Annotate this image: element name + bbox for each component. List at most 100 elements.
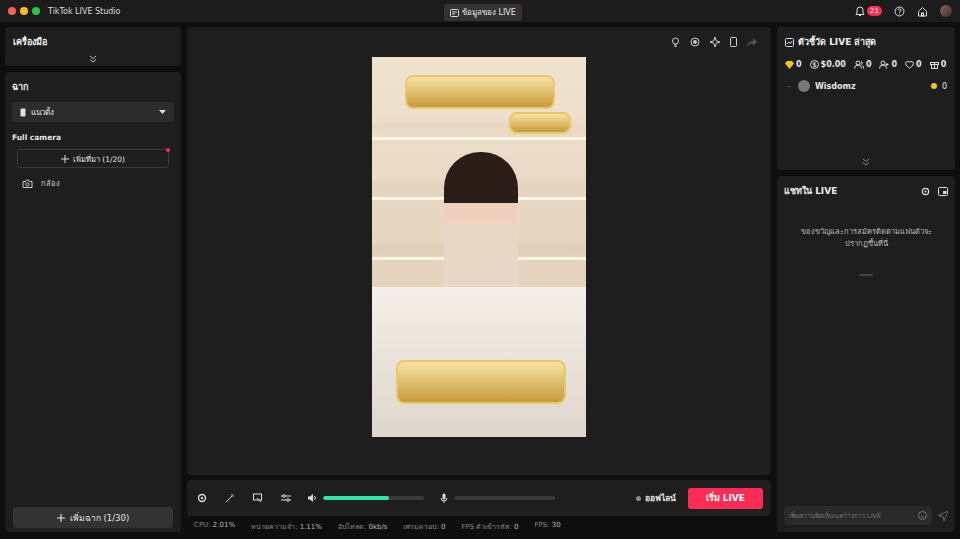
metric-stat: 0	[854, 60, 872, 69]
plus-icon	[57, 514, 65, 522]
metric-stat: 0	[879, 60, 897, 69]
comment-placeholder: เพิ่มความคิดเห็นระหว่างการ LIVE	[789, 511, 914, 521]
chat-card: แชทใน LIVE ของขวัญและการสมัครติดตามแฟนตั…	[777, 176, 955, 532]
top-actions: 21	[855, 5, 952, 17]
card-icon	[450, 9, 459, 17]
viewer-avatar	[798, 80, 810, 92]
volume-slider[interactable]	[323, 496, 424, 500]
bulb-icon[interactable]	[671, 37, 680, 47]
plus-icon	[61, 155, 69, 163]
mic-slider[interactable]	[454, 496, 555, 500]
phone-icon[interactable]	[730, 37, 737, 47]
status-item: อัปโหลด: 0kb/s	[338, 521, 388, 532]
coin-icon	[931, 83, 937, 89]
expand-icon[interactable]	[89, 55, 97, 63]
overlay-timer	[509, 112, 571, 134]
home-icon[interactable]	[917, 6, 928, 17]
notifications-button[interactable]: 21	[855, 6, 882, 17]
left-panel: เครื่องมือ ฉาก แนวตั้ง Full camera เพิ่ม…	[5, 27, 181, 532]
send-icon[interactable]	[938, 511, 948, 521]
gift-icon	[930, 60, 939, 69]
status-item: FPS: 30	[535, 521, 561, 532]
speaker-icon[interactable]	[307, 493, 317, 503]
status-label: ออฟไลน์	[645, 491, 676, 505]
resize-handle[interactable]	[859, 274, 873, 276]
status-bar: CPU: 2.01% หน่วยความจำ: 1.11% อัปโหลด: 0kb…	[187, 521, 771, 532]
preview-area	[187, 27, 771, 475]
shelf	[372, 137, 586, 140]
metric-stat: 0	[930, 60, 947, 69]
share-icon[interactable]	[747, 38, 757, 47]
metrics-title: ตัวชี้วัด LIVE ล่าสุด	[785, 35, 947, 49]
phone-icon	[20, 108, 26, 117]
start-live-button[interactable]: เริ่ม LIVE	[688, 488, 763, 509]
live-info-label: ข้อมูลของ LIVE	[462, 6, 516, 19]
close-button[interactable]	[8, 7, 16, 15]
diamond-icon	[785, 61, 794, 69]
popout-icon[interactable]	[938, 187, 948, 196]
help-icon[interactable]	[894, 6, 905, 17]
metrics-stats: 0 $0.00 0 0 0 0	[785, 60, 947, 69]
heart-icon	[905, 61, 914, 69]
window-controls	[8, 7, 40, 15]
caret-icon	[159, 110, 166, 114]
window-title: TikTok LIVE Studio	[48, 7, 120, 16]
scenes-title: ฉาก	[12, 80, 174, 94]
live-info-button[interactable]: ข้อมูลของ LIVE	[444, 4, 522, 21]
magic-wand-icon[interactable]	[225, 493, 235, 503]
settings-icon[interactable]	[921, 187, 930, 196]
source-name: กล้อง	[41, 177, 60, 189]
add-scene-label: เพิ่มฉาก (1/30)	[70, 511, 129, 525]
alert-dot	[166, 148, 170, 152]
scene-name: Full camera	[12, 133, 174, 142]
viewers-icon	[854, 60, 864, 69]
expand-icon[interactable]	[862, 158, 870, 166]
record-icon[interactable]	[690, 37, 700, 47]
screen-share-icon[interactable]	[253, 493, 263, 503]
camera-icon	[22, 179, 33, 188]
adjust-icon[interactable]	[281, 493, 291, 503]
status-item: เฟรมดรอป: 0	[403, 521, 445, 532]
settings-icon[interactable]	[197, 493, 207, 503]
chat-input-row: เพิ่มความคิดเห็นระหว่างการ LIVE	[784, 506, 948, 525]
microphone-icon[interactable]	[440, 493, 448, 503]
chat-empty-message: ของขวัญและการสมัครติดตามแฟนตัวจะปรากฏขึ้…	[798, 226, 934, 250]
zoom-button[interactable]	[32, 7, 40, 15]
control-bar: ออฟไลน์ เริ่ม LIVE	[187, 480, 771, 516]
chart-icon	[785, 38, 794, 47]
metric-stat: 0	[905, 60, 922, 69]
source-item[interactable]: กล้อง	[22, 177, 170, 189]
profile-avatar[interactable]	[940, 5, 952, 17]
status-item: FPS ตัวเข้ารหัส: 0	[462, 521, 519, 532]
metrics-card: ตัวชี้วัด LIVE ล่าสุด 0 $0.00 0 0 0 0 - …	[777, 27, 955, 170]
layout-dropdown[interactable]: แนวตั้ง	[12, 102, 174, 122]
metric-stat: $0.00	[810, 60, 846, 69]
notification-badge: 21	[867, 6, 882, 16]
status-item: CPU: 2.01%	[194, 521, 235, 532]
viewer-coins: 0	[942, 82, 947, 91]
preview-toolbar	[671, 37, 757, 47]
scenes-card: ฉาก แนวตั้ง Full camera เพิ่มที่มา (1/20…	[5, 72, 181, 532]
tools-card: เครื่องมือ	[5, 27, 181, 66]
live-status: ออฟไลน์	[636, 491, 676, 505]
minimize-button[interactable]	[20, 7, 28, 15]
viewer-name: Wisdomz	[815, 82, 926, 91]
viewer-row[interactable]: - Wisdomz 0	[785, 80, 947, 92]
overlay-banner	[405, 75, 555, 109]
sparkle-icon[interactable]	[710, 37, 720, 47]
center-panel: ออฟไลน์ เริ่ม LIVE CPU: 2.01% หน่วยความจำ…	[187, 27, 771, 532]
layout-value: แนวตั้ง	[31, 106, 154, 119]
mic-control	[440, 493, 555, 503]
bell-icon	[855, 6, 865, 17]
right-panel: ตัวชี้วัด LIVE ล่าสุด 0 $0.00 0 0 0 0 - …	[777, 27, 955, 532]
camera-preview	[372, 57, 586, 437]
follower-add-icon	[879, 60, 889, 69]
status-item: หน่วยความจำ: 1.11%	[251, 521, 322, 532]
add-scene-button[interactable]: เพิ่มฉาก (1/30)	[13, 507, 173, 528]
emoji-icon[interactable]	[918, 511, 927, 520]
add-source-button[interactable]: เพิ่มที่มา (1/20)	[17, 149, 169, 168]
app-window: TikTok LIVE Studio ข้อมูลของ LIVE 21 เคร…	[0, 0, 960, 539]
chat-header: แชทใน LIVE	[784, 184, 948, 198]
comment-input[interactable]: เพิ่มความคิดเห็นระหว่างการ LIVE	[784, 506, 932, 525]
viewer-rank: -	[785, 82, 793, 91]
